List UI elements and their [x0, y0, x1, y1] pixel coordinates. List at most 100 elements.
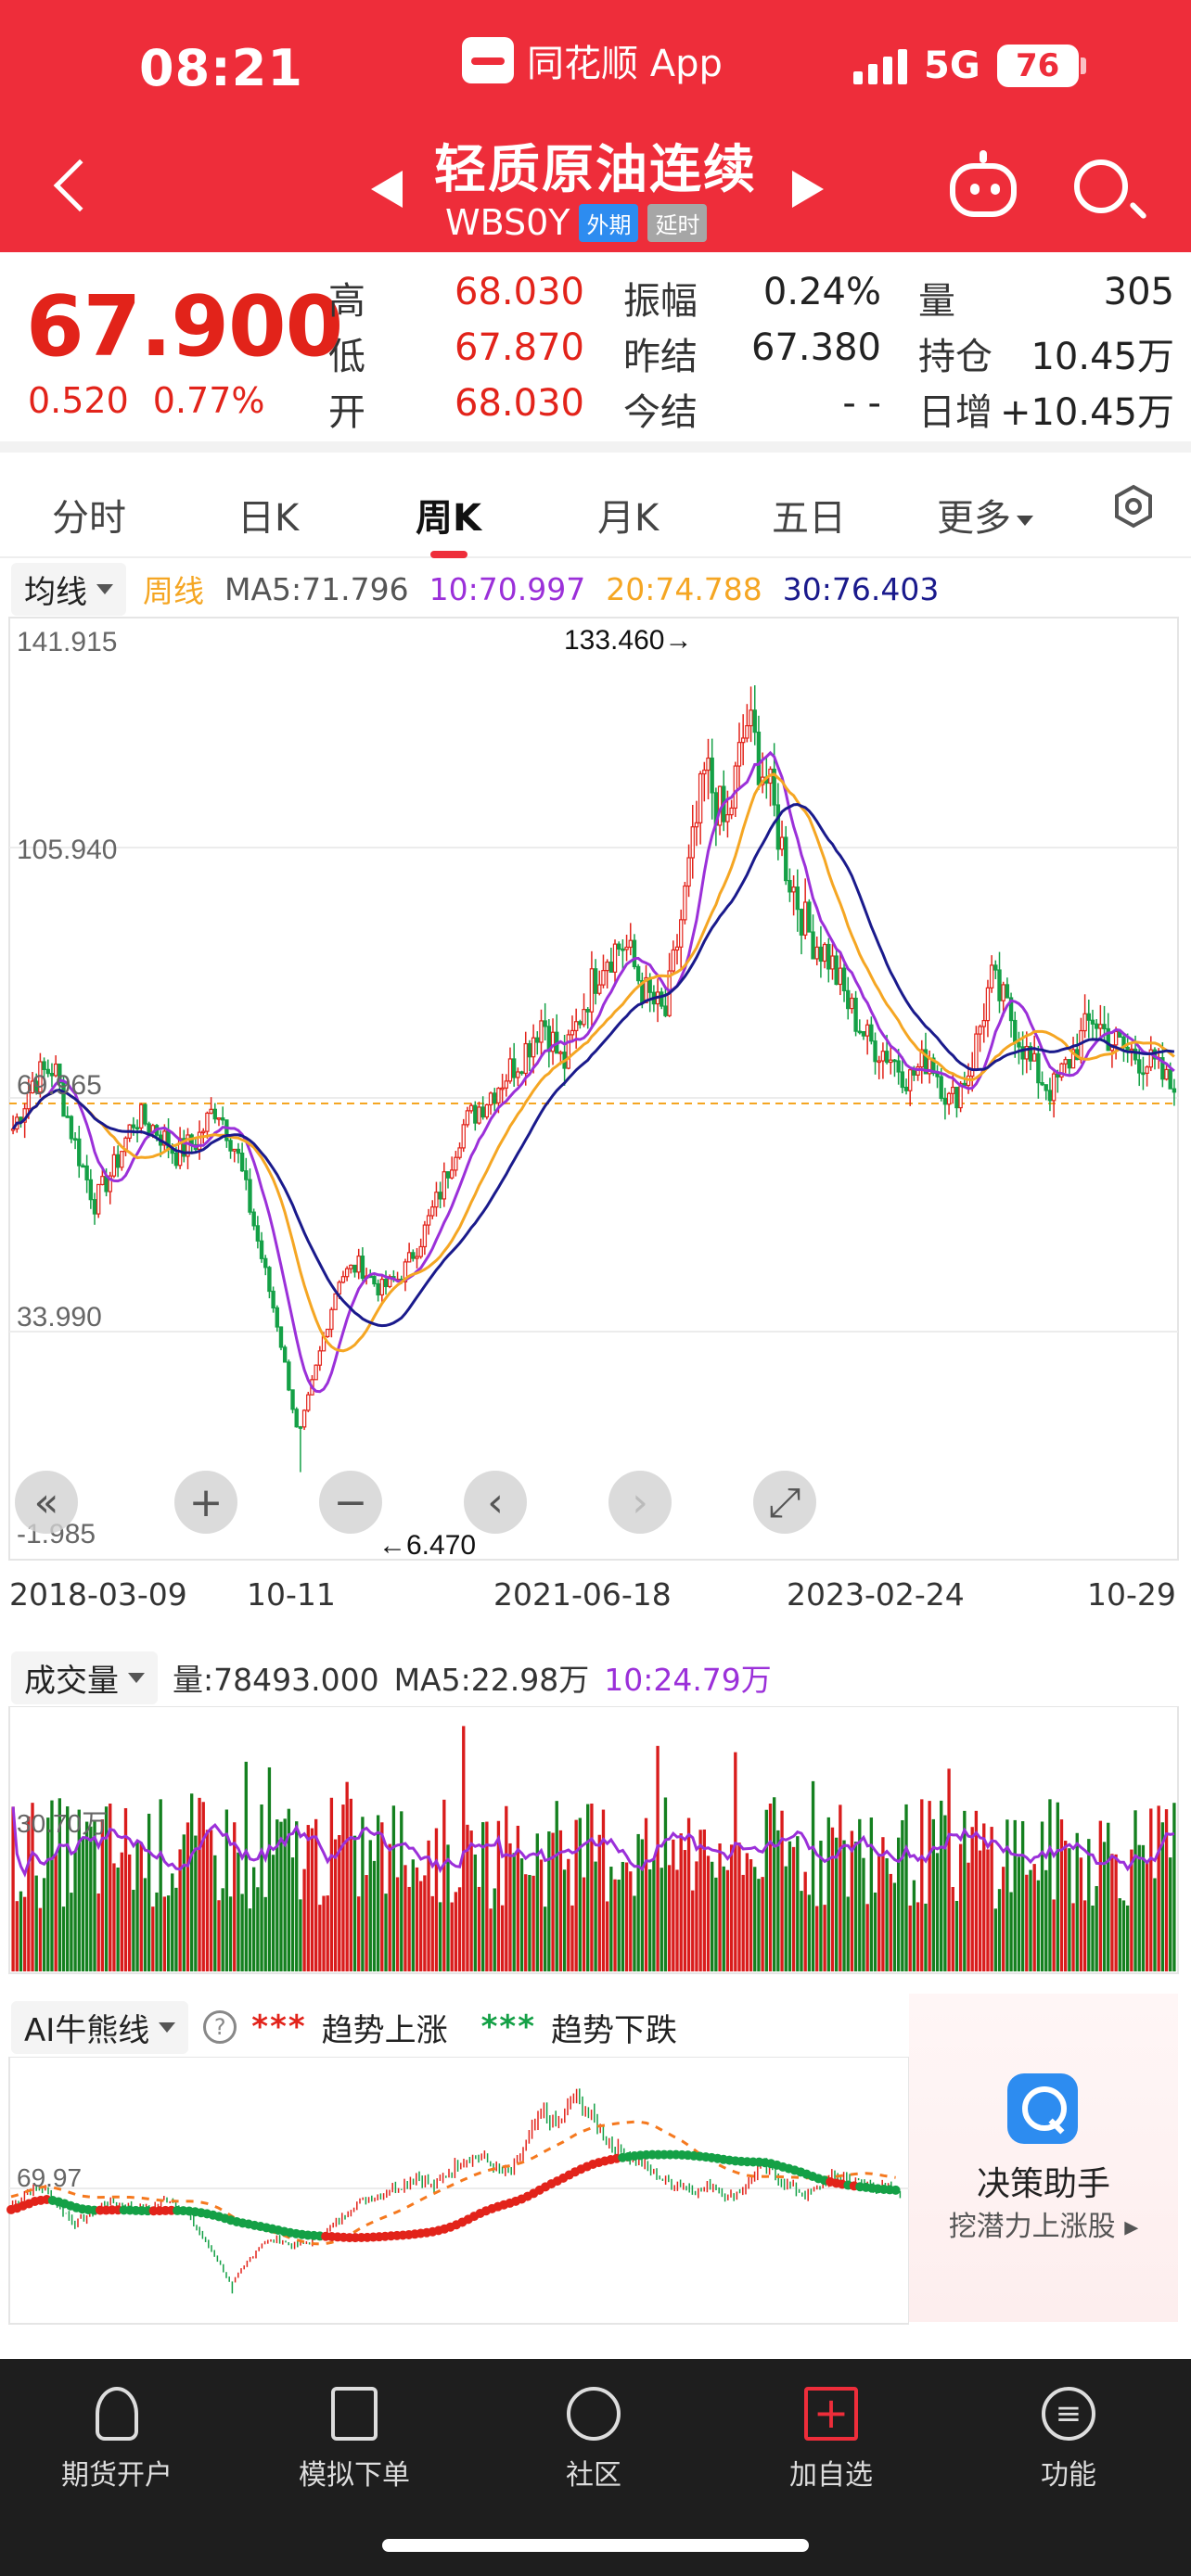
volume-bar: [940, 1800, 943, 1971]
volume-bar: [442, 1799, 446, 1971]
zoom-out-button[interactable]: −: [319, 1471, 382, 1534]
trend-up-marker: ***: [251, 2009, 307, 2046]
status-time: 08:21: [139, 39, 303, 97]
volume-bar: [1068, 1848, 1071, 1971]
tab-more[interactable]: 更多: [937, 488, 1033, 542]
candle-body: [77, 1138, 82, 1167]
volume-bar: [567, 1858, 570, 1971]
candle-body: [96, 1183, 101, 1215]
candle-body: [635, 965, 641, 982]
volume-bar: [322, 1895, 326, 1971]
decision-assistant-card[interactable]: 决策助手 挖潜力上涨股 ▸: [909, 1994, 1178, 2322]
tab-daily-k[interactable]: 日K: [237, 488, 299, 542]
zoom-out-full-button[interactable]: «: [15, 1471, 78, 1534]
tab-monthly-k[interactable]: 月K: [597, 488, 659, 542]
volume-bar: [384, 1894, 388, 1971]
volume-bar: [1040, 1821, 1044, 1971]
candle-body: [228, 1140, 233, 1152]
volume-dropdown[interactable]: 成交量: [11, 1651, 158, 1704]
candle-body: [232, 1148, 237, 1152]
candle-body: [1113, 1030, 1119, 1046]
candle-body: [1051, 1073, 1057, 1102]
nav-community[interactable]: 社区: [501, 2387, 686, 2493]
chevron-down-icon: [96, 583, 113, 594]
settings-icon[interactable]: [1111, 484, 1156, 529]
market-tag: 外期: [579, 203, 639, 242]
nav-add-watchlist[interactable]: + 加自选: [738, 2387, 924, 2493]
volume-bar: [943, 1815, 947, 1971]
volume-bar: [753, 1867, 757, 1971]
volume-bar: [1125, 1905, 1130, 1971]
volume-bar: [811, 1780, 815, 1971]
volume-bar: [1095, 1885, 1098, 1971]
volume-bar: [1169, 1857, 1172, 1971]
volume-bar: [970, 1827, 974, 1971]
candle-body: [255, 1225, 261, 1242]
nav-label: 功能: [1041, 2459, 1096, 2492]
amplitude-value: 0.24%: [762, 271, 881, 313]
volume-bar: [734, 1752, 737, 1971]
volume-bar: [34, 1875, 38, 1971]
scroll-right-button[interactable]: ›: [608, 1471, 672, 1534]
volume-y-label: 30.70万: [17, 1809, 108, 1838]
max-price-label: 133.460→: [564, 625, 692, 656]
add-icon: +: [804, 2387, 858, 2441]
volume-bar: [633, 1895, 636, 1971]
candle-body: [438, 1192, 442, 1200]
search-icon[interactable]: [1074, 159, 1128, 213]
candle-body: [608, 961, 614, 973]
today-settle-label: 今结: [623, 391, 698, 434]
volume-chart: 30.70万: [8, 1706, 1179, 1974]
price-change: 0.520 0.77%: [28, 380, 265, 421]
candle-body: [442, 1171, 447, 1200]
volume-bar: [155, 1892, 159, 1971]
volume-bar: [543, 1906, 547, 1971]
ai-indicator-dropdown[interactable]: AI牛熊线: [11, 2000, 189, 2054]
next-contract-icon[interactable]: [792, 171, 824, 208]
robot-assistant-icon[interactable]: [950, 150, 1017, 217]
volume-bar: [112, 1863, 116, 1971]
indicator-dropdown[interactable]: 均线: [11, 562, 126, 616]
volume-bar: [1048, 1799, 1052, 1971]
candle-body: [1082, 1013, 1087, 1032]
candle-body: [582, 1009, 586, 1026]
candle-body: [216, 1116, 222, 1120]
help-icon[interactable]: ?: [203, 2010, 237, 2044]
zoom-in-button[interactable]: +: [174, 1471, 237, 1534]
volume-bar: [990, 1827, 993, 1971]
candle-body: [271, 1290, 275, 1309]
candle-body: [729, 807, 734, 816]
volume-bar: [683, 1850, 687, 1971]
volume-bar: [531, 1875, 535, 1971]
candle-body: [1133, 1048, 1138, 1061]
candle-body: [430, 1206, 435, 1217]
candle-body: [558, 1052, 563, 1054]
candle-body: [900, 1071, 905, 1089]
volume-bar: [947, 1768, 951, 1971]
volume-bar: [306, 1825, 310, 1971]
nav-simulated-order[interactable]: 模拟下单: [262, 2387, 447, 2493]
nav-functions[interactable]: ≡ 功能: [976, 2387, 1161, 2493]
period-tabs: 分时 日K 周K 月K 五日 更多: [0, 464, 1191, 558]
nav-open-account[interactable]: 期货开户: [24, 2387, 210, 2493]
candle-body: [337, 1282, 341, 1294]
candle-body: [779, 836, 785, 850]
kline-chart[interactable]: 141.915 105.940 69.965 33.990 -1.985 133…: [0, 616, 1191, 1562]
volume-bar: [430, 1895, 434, 1971]
tab-five-day[interactable]: 五日: [772, 488, 846, 542]
high-label: 高: [328, 280, 365, 323]
tab-weekly-k[interactable]: 周K: [416, 488, 481, 542]
tab-intraday[interactable]: 分时: [52, 488, 126, 542]
fullscreen-button[interactable]: ⤢: [753, 1471, 816, 1534]
candle-body: [617, 943, 621, 950]
volume-bar: [1091, 1905, 1095, 1971]
volume-bar: [1130, 1849, 1133, 1971]
volume-bar: [411, 1859, 415, 1971]
candle-body: [461, 1124, 466, 1149]
nav-label: 加自选: [789, 2459, 873, 2492]
scroll-left-button[interactable]: ‹: [464, 1471, 527, 1534]
volume-bar: [780, 1810, 784, 1971]
back-icon[interactable]: [53, 159, 107, 212]
volume-bar: [978, 1850, 982, 1971]
prev-contract-icon[interactable]: [371, 171, 403, 208]
